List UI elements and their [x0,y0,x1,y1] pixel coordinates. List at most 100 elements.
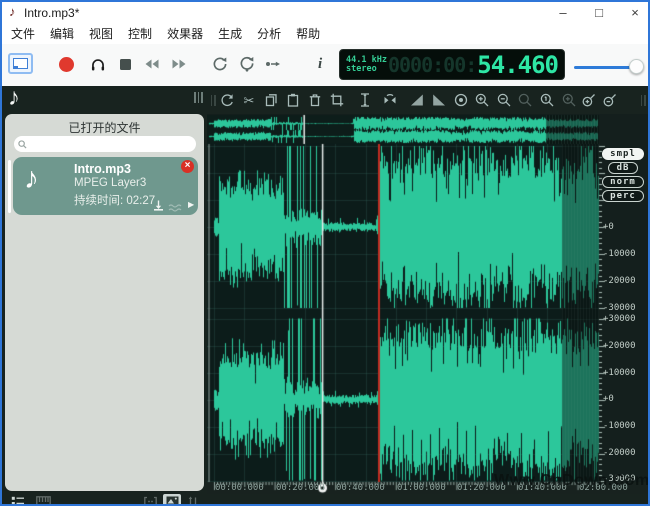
file-name: Intro.mp3 [74,162,131,176]
fade-out-button[interactable] [430,91,448,109]
file-close-button[interactable]: × [181,160,194,173]
keyboard-view-button[interactable] [35,495,51,506]
timeline-label: 00:20.000 [276,483,330,493]
timeline-label: 00:00.000 [215,483,269,493]
fade-in-button[interactable] [408,91,426,109]
search-icon [18,140,27,149]
redo-icon [219,92,235,108]
app-window: ♪ Intro.mp3* – □ × 文件 编辑 视图 控制 效果器 生成 分析… [0,0,650,506]
fade-in-icon [409,92,425,108]
miniature-view-button[interactable] [163,494,181,506]
menu-analyze[interactable]: 分析 [257,25,281,42]
waveform-icon [168,203,182,213]
file-duration: 持续时间: 02:27 [74,192,155,208]
scale-label: -20000 [603,276,649,286]
picture-icon [166,496,179,505]
sort-arrows-icon [187,496,199,506]
stop-button[interactable] [120,59,131,70]
keyboard-icon [36,496,51,506]
info-button[interactable]: i [318,56,322,73]
panel-grip[interactable] [194,92,203,103]
redo-button[interactable] [218,91,236,109]
file-wave-button[interactable] [168,200,182,218]
menu-file[interactable]: 文件 [11,25,35,42]
waveform-editor[interactable] [207,114,650,494]
scale-mode-norm[interactable]: norm [602,176,644,188]
scale-label: +0 [603,394,649,404]
file-search-input[interactable] [14,136,196,152]
zoom-reset-button[interactable] [516,91,534,109]
vertical-zoom-out-button[interactable] [601,91,619,109]
normalize-button[interactable] [452,91,470,109]
headphones-icon [89,55,107,73]
vzoom-in-icon [581,92,597,108]
crop-icon [329,92,345,108]
time-display: 44.1 kHz stereo 0000:00: 54.460 [339,49,565,80]
file-play-button[interactable]: ▶ [188,200,194,209]
scale-label: +10000 [603,368,649,378]
vzoom-out-icon [602,92,618,108]
copy-button[interactable] [262,91,280,109]
maximize-button[interactable]: □ [592,5,606,20]
menu-edit[interactable]: 编辑 [50,25,74,42]
list-icon [11,496,25,506]
scale-label: +0 [603,222,649,232]
zoom-icon [517,92,533,108]
minimize-button[interactable]: – [556,5,570,20]
volume-slider-knob[interactable] [629,59,644,74]
file-save-button[interactable] [152,199,165,217]
menu-bar: 文件 编辑 视图 控制 效果器 生成 分析 帮助 [2,23,648,44]
file-list-view-button[interactable] [10,495,26,506]
selected-file-indicator [8,160,11,213]
watermark-text: Www.CnDown.Com [494,472,650,490]
menu-control[interactable]: 控制 [128,25,152,42]
menu-effects[interactable]: 效果器 [167,25,203,42]
record-button[interactable] [59,57,74,72]
menu-help[interactable]: 帮助 [296,25,320,42]
delete-button[interactable] [306,91,324,109]
sort-button[interactable] [185,495,201,506]
adjust-amplitude-button[interactable] [356,91,374,109]
window-controls: – □ × [556,2,642,23]
monitor-button[interactable] [89,55,107,78]
scale-label: -30000 [603,303,649,313]
scale-mode-perc[interactable]: perc [602,190,644,202]
zoom-selection-icon [561,92,577,108]
zoom-selection-button[interactable] [560,91,578,109]
loop-region-button[interactable] [142,495,158,506]
rewind-button[interactable] [143,56,161,77]
scissors-icon: ✂ [244,94,255,107]
time-dim-digits: 0000:00: [388,53,476,77]
scale-mode-db[interactable]: dB [608,162,638,174]
reverse-button[interactable] [381,91,399,109]
brackets-icon [143,496,158,506]
forward-button[interactable] [170,56,188,77]
file-note-icon: ♪ [24,162,39,196]
scale-label: -10000 [603,249,649,259]
paste-icon [285,92,301,108]
paste-button[interactable] [284,91,302,109]
selection-rect-icon [13,58,28,69]
cut-button[interactable]: ✂ [240,91,258,109]
vertical-zoom-in-button[interactable] [580,91,598,109]
scale-mode-smpl[interactable]: smpl [602,148,644,160]
title-bar: ♪ Intro.mp3* – □ × [2,2,648,23]
menu-view[interactable]: 视图 [89,25,113,42]
loop-icon [211,55,229,73]
loop-selection-button[interactable] [238,55,256,78]
timeline-label: 00:40.000 [336,483,390,493]
trim-button[interactable] [328,91,346,109]
loop-button[interactable] [211,55,229,78]
close-button[interactable]: × [628,5,642,20]
play-from-cursor-button[interactable] [264,56,282,77]
menu-generate[interactable]: 生成 [218,25,242,42]
zoom-in-button[interactable] [473,91,491,109]
zoom-one-to-one-button[interactable] [538,91,556,109]
files-panel-title: 已打开的文件 [5,119,204,136]
selection-tool-button[interactable] [8,53,33,74]
play-cursor-icon [264,56,282,72]
scale-label: -20000 [603,448,649,458]
download-icon [152,199,165,212]
format-readout: 44.1 kHz stereo [346,56,388,74]
zoom-out-button[interactable] [495,91,513,109]
